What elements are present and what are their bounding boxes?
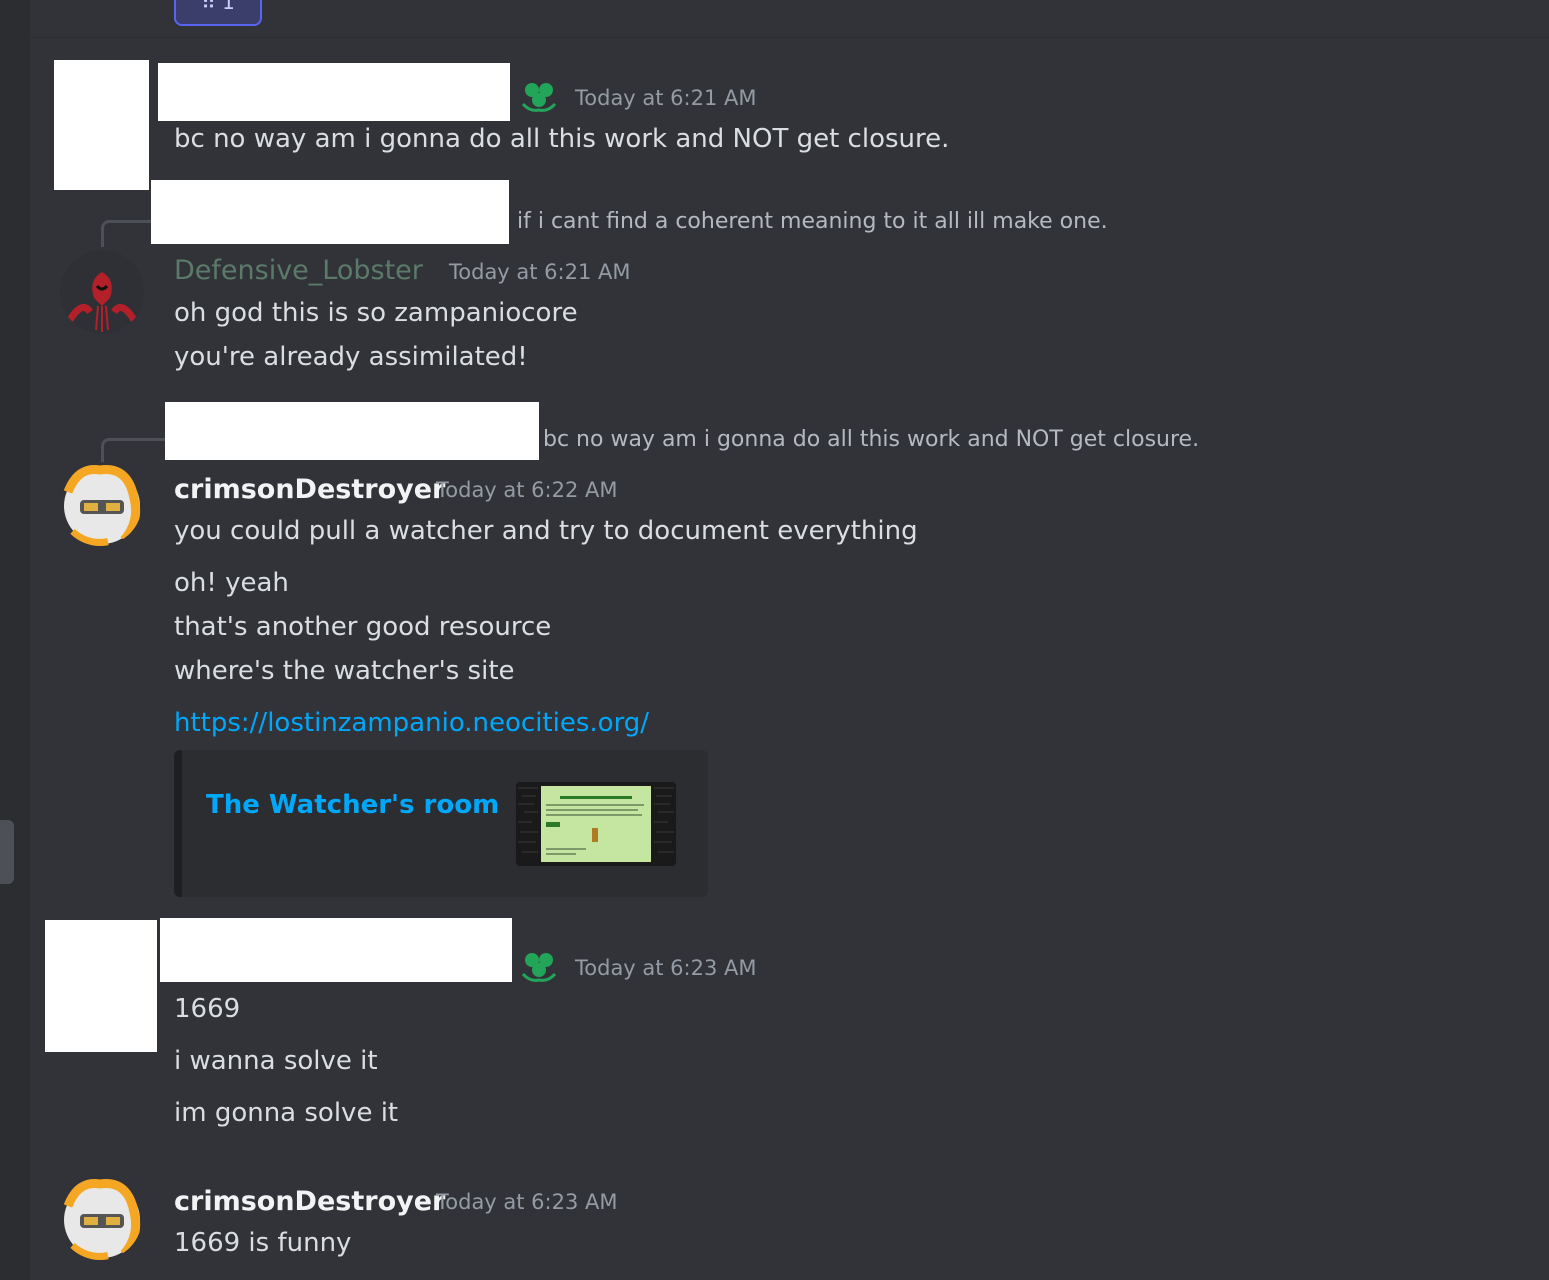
message-link[interactable]: https://lostinzampanio.neocities.org/ (174, 708, 649, 738)
message-text: 1669 is funny (174, 1228, 352, 1258)
timestamp: Today at 6:23 AM (575, 956, 757, 980)
lobster-avatar-icon (60, 250, 144, 334)
redacted-reply-author (151, 180, 509, 244)
divider (30, 37, 1549, 38)
character-avatar-icon (58, 462, 142, 546)
avatar[interactable] (58, 1176, 142, 1260)
redacted-avatar (54, 60, 149, 190)
scrollbar-thumb[interactable] (0, 820, 14, 884)
character-avatar-icon (58, 1176, 142, 1260)
reply-preview[interactable]: if i cant find a coherent meaning to it … (517, 209, 1108, 234)
avatar[interactable] (58, 462, 142, 546)
username[interactable]: crimsonDestroyer (174, 1186, 445, 1217)
clover-badge-icon (521, 953, 557, 982)
reaction-chip[interactable]: ⠿ 1 (174, 0, 262, 26)
link-embed: The Watcher's room (174, 750, 708, 897)
timestamp: Today at 6:23 AM (436, 1190, 618, 1214)
timestamp: Today at 6:21 AM (575, 86, 757, 110)
website-thumbnail-icon (516, 782, 676, 866)
message-text: you could pull a watcher and try to docu… (174, 516, 918, 546)
redacted-username (158, 63, 510, 121)
message-text: bc no way am i gonna do all this work an… (174, 124, 950, 154)
embed-title[interactable]: The Watcher's room (206, 790, 499, 820)
message-text: oh god this is so zampaniocore (174, 298, 578, 328)
reply-spine (101, 438, 168, 465)
message-text: oh! yeah (174, 568, 289, 598)
message-text: you're already assimilated! (174, 342, 528, 372)
clover-badge-icon (521, 83, 557, 112)
message-text: im gonna solve it (174, 1098, 399, 1128)
message-text: where's the watcher's site (174, 656, 515, 686)
message-text: that's another good resource (174, 612, 552, 642)
username[interactable]: Defensive_Lobster (174, 255, 423, 286)
reply-preview[interactable]: bc no way am i gonna do all this work an… (543, 427, 1199, 452)
avatar[interactable] (60, 250, 144, 334)
message-text: i wanna solve it (174, 1046, 378, 1076)
timestamp: Today at 6:21 AM (449, 260, 631, 284)
redacted-reply-author (165, 402, 539, 460)
reply-spine (101, 220, 154, 247)
username[interactable]: crimsonDestroyer (174, 474, 445, 505)
redacted-avatar (45, 920, 157, 1052)
left-sidebar-edge (0, 0, 30, 1280)
redacted-username (160, 918, 512, 982)
message-text: 1669 (174, 994, 241, 1024)
timestamp: Today at 6:22 AM (436, 478, 618, 502)
embed-thumbnail[interactable] (516, 782, 676, 866)
